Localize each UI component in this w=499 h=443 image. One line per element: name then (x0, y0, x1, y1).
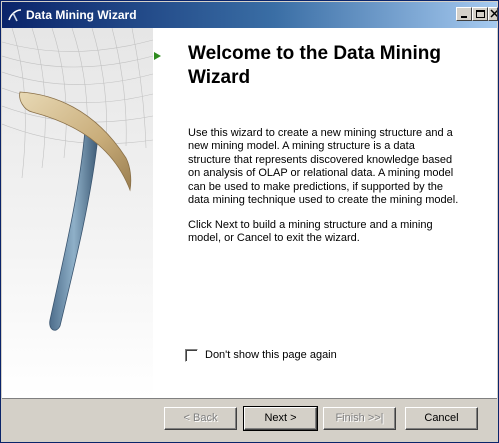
close-icon (490, 9, 497, 18)
finish-button[interactable]: Finish >>| (323, 407, 396, 430)
green-arrow-icon (153, 48, 163, 66)
back-button[interactable]: < Back (164, 407, 237, 430)
wizard-app-icon (7, 7, 23, 23)
title-bar[interactable]: Data Mining Wizard (2, 2, 498, 28)
pickaxe-illustration (1, 27, 154, 398)
cancel-button[interactable]: Cancel (405, 407, 478, 430)
wizard-window: Data Mining Wizard Welcome to the Data M… (0, 0, 499, 443)
maximize-icon (476, 10, 485, 18)
wizard-content: Welcome to the Data Mining Wizard Use th… (1, 27, 497, 399)
window-title: Data Mining Wizard (26, 8, 137, 22)
instruction-paragraph: Click Next to build a mining structure a… (188, 219, 433, 245)
dont-show-again-label[interactable]: Don't show this page again (205, 349, 337, 361)
maximize-button[interactable] (472, 7, 488, 21)
next-button[interactable]: Next > (243, 406, 318, 431)
dont-show-again-checkbox[interactable] (185, 349, 198, 362)
intro-paragraph: Use this wizard to create a new mining s… (188, 127, 459, 207)
minimize-icon (461, 16, 467, 18)
page-title: Welcome to the Data Mining Wizard (188, 43, 442, 88)
minimize-button[interactable] (456, 7, 472, 21)
close-button[interactable] (488, 7, 498, 21)
